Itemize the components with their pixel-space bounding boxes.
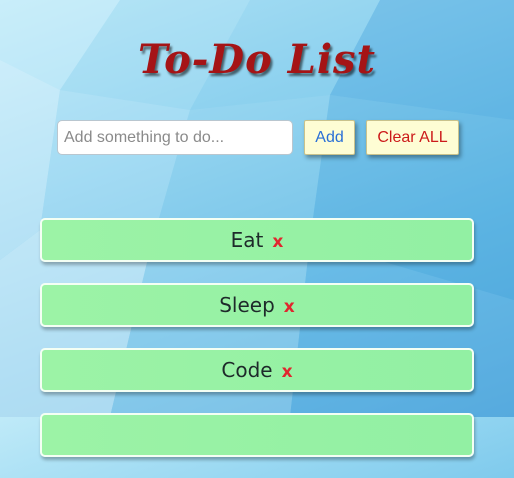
todo-item-text: Eat — [230, 228, 264, 252]
todo-input[interactable] — [57, 120, 293, 155]
todo-item-code: Code x — [40, 348, 474, 392]
todo-item-text: Sleep — [219, 293, 275, 317]
todo-item-sleep: Sleep x — [40, 283, 474, 327]
page-title: To-Do List — [137, 36, 377, 83]
todo-list: Eat x Sleep x Code x — [40, 218, 474, 478]
clear-all-button[interactable]: Clear ALL — [366, 120, 459, 155]
add-button[interactable]: Add — [304, 120, 355, 155]
todo-item-text: Code — [221, 358, 273, 382]
delete-icon[interactable]: x — [284, 297, 295, 317]
todo-item-partial — [40, 413, 474, 457]
todo-item-eat: Eat x — [40, 218, 474, 262]
delete-icon[interactable]: x — [272, 232, 283, 252]
delete-icon[interactable]: x — [282, 362, 293, 382]
